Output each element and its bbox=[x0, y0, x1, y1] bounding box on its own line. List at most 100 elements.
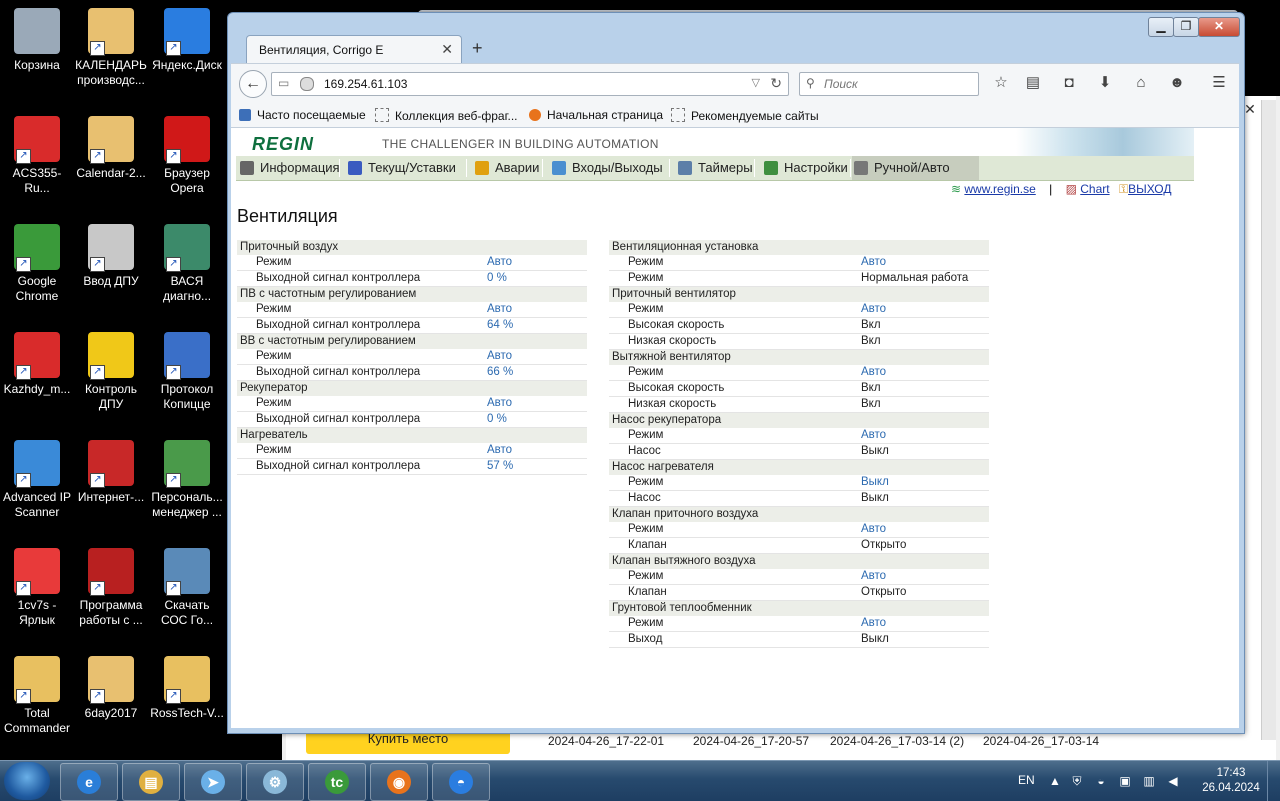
url-text[interactable]: 169.254.61.103 bbox=[324, 77, 407, 91]
file-name[interactable]: 2024-04-26_17-03-14 bbox=[983, 734, 1099, 748]
desktop-icon[interactable]: ↗ RossTech-V... bbox=[150, 656, 224, 721]
show-desktop-button[interactable] bbox=[1267, 761, 1280, 801]
taskbar-app-button[interactable]: ▤ bbox=[122, 763, 180, 801]
row-value-link[interactable]: Авто bbox=[861, 522, 886, 537]
desktop-icon[interactable]: ↗ Интернет-... bbox=[74, 440, 148, 505]
reading-list-icon[interactable]: ▤ bbox=[1023, 73, 1043, 93]
maximize-button[interactable]: ❐ bbox=[1173, 17, 1199, 37]
hand-icon bbox=[854, 161, 868, 175]
file-name[interactable]: 2024-04-26_17-03-14 (2) bbox=[830, 734, 964, 748]
bookmark-recommended[interactable]: Рекомендуемые сайты bbox=[671, 108, 819, 123]
start-button[interactable] bbox=[4, 762, 50, 800]
volume-icon[interactable]: ◀ bbox=[1166, 774, 1180, 788]
identity-icon[interactable]: ▭ bbox=[278, 76, 289, 90]
search-input[interactable] bbox=[822, 75, 976, 93]
background-scrollbar[interactable] bbox=[1261, 100, 1276, 740]
desktop-icon[interactable]: ↗ Advanced IP Scanner bbox=[0, 440, 74, 520]
menu-timers[interactable]: Таймеры bbox=[676, 156, 753, 180]
desktop-icon[interactable]: ↗ Google Chrome bbox=[0, 224, 74, 304]
back-button[interactable]: ← bbox=[239, 70, 267, 98]
desktop-icon[interactable]: ↗ Ввод ДПУ bbox=[74, 224, 148, 289]
taskbar-app-button[interactable]: ◉ bbox=[370, 763, 428, 801]
desktop-icon[interactable]: ↗ Яндекс.Диск bbox=[150, 8, 224, 73]
desktop-icon[interactable]: ↗ Персональ... менеджер ... bbox=[150, 440, 224, 520]
row-value-link[interactable]: Авто bbox=[861, 428, 886, 443]
row-value-link[interactable]: 64 % bbox=[487, 318, 513, 333]
dropdown-arrow-icon[interactable]: ▽ bbox=[752, 76, 760, 89]
taskbar-app-button[interactable]: ➤ bbox=[184, 763, 242, 801]
tab-active[interactable]: Вентиляция, Corrigo E ✕ bbox=[246, 35, 462, 64]
bookmark-home[interactable]: Начальная страница bbox=[529, 108, 663, 122]
menu-io[interactable]: Входы/Выходы bbox=[550, 156, 663, 180]
bookmark-star-icon[interactable]: ☆ bbox=[991, 73, 1011, 93]
desktop-icon[interactable]: ↗ КАЛЕНДАРЬ производс... bbox=[74, 8, 148, 88]
desktop-icon[interactable]: ↗ Kazhdy_m... bbox=[0, 332, 74, 397]
bookmark-collection[interactable]: Коллекция веб-фраг... bbox=[375, 108, 518, 123]
tab-close-icon[interactable]: ✕ bbox=[441, 41, 453, 58]
device-icon[interactable]: ▣ bbox=[1118, 774, 1132, 788]
documents-icon: ↗ bbox=[88, 224, 134, 272]
chat-icon[interactable]: ☻ bbox=[1167, 73, 1187, 93]
desktop-icon[interactable]: ↗ Calendar-2... bbox=[74, 116, 148, 181]
show-hidden-icons-icon[interactable]: ▲ bbox=[1048, 774, 1062, 788]
home-icon[interactable]: ⌂ bbox=[1131, 73, 1151, 93]
menu-settings[interactable]: Настройки bbox=[762, 156, 848, 180]
disk-icon[interactable]: ◒ bbox=[1094, 774, 1108, 788]
alarm-icon bbox=[475, 161, 489, 175]
security-icon[interactable]: ⛨ bbox=[1070, 774, 1084, 788]
row-value-link[interactable]: 0 % bbox=[487, 271, 507, 286]
pocket-icon[interactable]: ◘ bbox=[1059, 73, 1079, 93]
file-name[interactable]: 2024-04-26_17-22-01 bbox=[548, 734, 664, 748]
row-value-link[interactable]: Авто bbox=[861, 255, 886, 270]
row-value-link[interactable]: 66 % bbox=[487, 365, 513, 380]
desktop-icon[interactable]: ↗ 6day2017 bbox=[74, 656, 148, 721]
language-indicator[interactable]: EN bbox=[1018, 773, 1035, 787]
row-value-link[interactable]: Авто bbox=[861, 302, 886, 317]
taskbar-app-button[interactable]: ◓ bbox=[432, 763, 490, 801]
taskbar-app-button[interactable]: tc bbox=[308, 763, 366, 801]
desktop-icon[interactable]: ↗ ВАСЯ диагно... bbox=[150, 224, 224, 304]
menu-icon[interactable]: ☰ bbox=[1209, 73, 1229, 93]
section-header: Вентиляционная установка bbox=[609, 240, 989, 255]
desktop-icon[interactable]: ↗ Скачать СОС Го... bbox=[150, 548, 224, 628]
exit-link[interactable]: ВЫХОД bbox=[1128, 182, 1171, 196]
desktop-icon[interactable]: ↗ Протокол Копицце bbox=[150, 332, 224, 412]
download-icon[interactable]: ⬇ bbox=[1095, 73, 1115, 93]
taskbar-app-button[interactable]: e bbox=[60, 763, 118, 801]
desktop-icon[interactable]: ↗ Программа работы с ... bbox=[74, 548, 148, 628]
row-value-link[interactable]: Авто bbox=[487, 349, 512, 364]
menu-alarms[interactable]: Аварии bbox=[473, 156, 539, 180]
desktop-icon[interactable]: ↗ Контроль ДПУ bbox=[74, 332, 148, 412]
network-icon[interactable]: ▥ bbox=[1142, 774, 1156, 788]
new-tab-icon[interactable]: + bbox=[472, 38, 483, 59]
menu-setpoints[interactable]: Текущ/Уставки bbox=[346, 156, 456, 180]
regin-site-link[interactable]: www.regin.se bbox=[964, 182, 1035, 196]
row-value-link[interactable]: Выкл bbox=[861, 475, 889, 490]
row-value-link[interactable]: 0 % bbox=[487, 412, 507, 427]
url-bar[interactable]: ▭ 169.254.61.103 ▽ ↻ bbox=[271, 72, 789, 96]
desktop-icon[interactable]: ↗ Браузер Opera bbox=[150, 116, 224, 196]
row-value-link[interactable]: Авто bbox=[861, 569, 886, 584]
desktop-icon[interactable]: ↗ ACS355-Ru... bbox=[0, 116, 74, 196]
row-value-link[interactable]: 57 % bbox=[487, 459, 513, 474]
row-value-link[interactable]: Авто bbox=[861, 365, 886, 380]
desktop-icon[interactable]: ↗ Total Commander bbox=[0, 656, 74, 736]
minimize-button[interactable]: ▁ bbox=[1148, 17, 1174, 37]
row-value-link[interactable]: Авто bbox=[487, 302, 512, 317]
row-value-link[interactable]: Авто bbox=[487, 255, 512, 270]
file-name[interactable]: 2024-04-26_17-20-57 bbox=[693, 734, 809, 748]
row-value-link[interactable]: Авто bbox=[487, 443, 512, 458]
search-bar[interactable]: ⚲ bbox=[799, 72, 979, 96]
reload-icon[interactable]: ↻ bbox=[770, 75, 782, 92]
row-value-link[interactable]: Авто bbox=[861, 616, 886, 631]
clock[interactable]: 17:43 26.04.2024 bbox=[1196, 766, 1266, 796]
row-value-link[interactable]: Авто bbox=[487, 396, 512, 411]
menu-manual-auto[interactable]: Ручной/Авто bbox=[852, 156, 979, 180]
bookmark-frequent[interactable]: Часто посещаемые bbox=[239, 108, 366, 122]
desktop-icon[interactable]: Корзина bbox=[0, 8, 74, 73]
chart-link[interactable]: Chart bbox=[1080, 182, 1109, 196]
close-button[interactable]: ✕ bbox=[1198, 17, 1240, 37]
menu-info[interactable]: Информация bbox=[238, 156, 340, 180]
taskbar-app-button[interactable]: ⚙ bbox=[246, 763, 304, 801]
desktop-icon[interactable]: ↗ 1cv7s - Ярлык bbox=[0, 548, 74, 628]
